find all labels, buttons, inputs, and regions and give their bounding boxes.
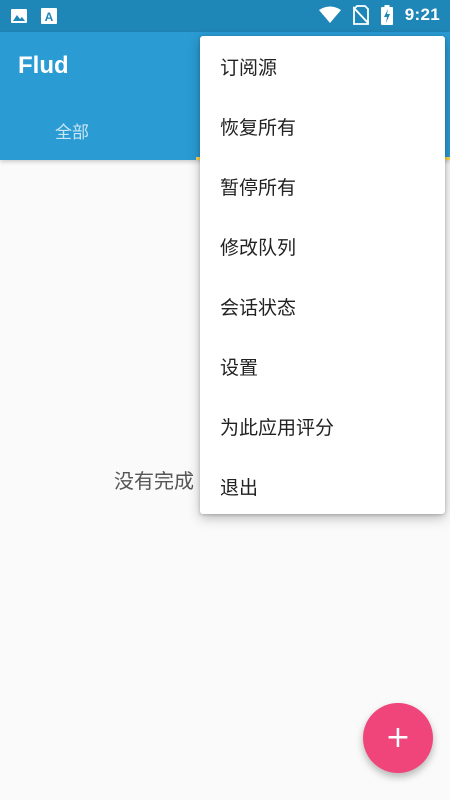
image-icon xyxy=(11,9,27,23)
svg-text:A: A xyxy=(45,10,54,24)
status-left-icons: A xyxy=(10,7,58,25)
battery-charging-icon xyxy=(380,5,393,25)
status-bar: A 9:21 xyxy=(0,0,450,32)
add-torrent-fab[interactable]: + xyxy=(363,703,433,773)
tab-all[interactable]: 全部 xyxy=(55,118,89,143)
menu-item-feeds[interactable]: 订阅源 xyxy=(200,36,445,96)
menu-item-edit-queue[interactable]: 修改队列 xyxy=(200,216,445,276)
no-sim-icon xyxy=(352,5,369,25)
menu-item-rate-app[interactable]: 为此应用评分 xyxy=(200,396,445,456)
status-right-icons: 9:21 xyxy=(318,5,440,25)
empty-state-text: 没有完成 xyxy=(114,469,194,493)
menu-item-resume-all[interactable]: 恢复所有 xyxy=(200,96,445,156)
status-time: 9:21 xyxy=(404,5,440,24)
plus-icon: + xyxy=(385,720,411,755)
menu-item-pause-all[interactable]: 暂停所有 xyxy=(200,156,445,216)
screen: A 9:21 Flud 全部 没有完成 订阅源 恢复所有 暂停所有 修改队列 会… xyxy=(0,0,450,800)
overflow-menu: 订阅源 恢复所有 暂停所有 修改队列 会话状态 设置 为此应用评分 退出 xyxy=(200,36,445,514)
menu-item-session-status[interactable]: 会话状态 xyxy=(200,276,445,336)
menu-item-exit[interactable]: 退出 xyxy=(200,456,445,516)
app-title: Flud xyxy=(18,52,69,79)
wifi-icon xyxy=(318,6,341,23)
menu-item-settings[interactable]: 设置 xyxy=(200,336,445,396)
app-a-icon: A xyxy=(41,8,57,24)
